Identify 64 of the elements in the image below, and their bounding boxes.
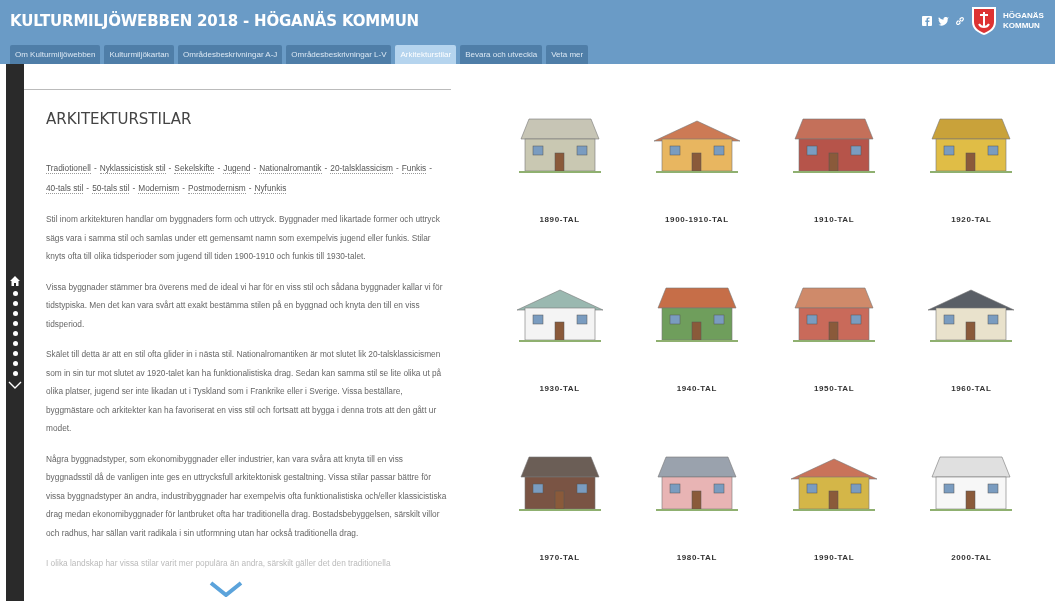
logo-text: HÖGANÄS KOMMUN (1003, 11, 1045, 31)
nav-tab[interactable]: Områdesbeskrivningar A-J (178, 45, 283, 64)
style-link[interactable]: Modernism (138, 183, 180, 194)
style-link[interactable]: 50-tals stil (92, 183, 130, 194)
coat-of-arms-icon[interactable] (971, 6, 997, 36)
chevron-down-icon[interactable] (8, 380, 22, 390)
body-paragraph: Skälet till detta är att en stil ofta glider in i nästa stil. Nationalromantiken är mot slutet lik 20-talsklassicismen som in sin tur mot slutet av 1920-talet kan ha funktionalistiska drag. Sedan kan samma stil se lite olika ut på olika platser, jugend ser inte likadan ut i Tyskland som i Frankrike eller i Sverige. Vissa beställare, byggmästare och arkitekter kan ha favoriserat en viss stil och fortsatt att bygga i denna trots att den gått ur modet. (46, 348, 443, 435)
home-icon[interactable] (10, 275, 20, 286)
period-label[interactable]: 1960-TAL (951, 384, 992, 393)
link-separator: - (217, 163, 221, 173)
style-link[interactable]: 40-tals stil (46, 183, 84, 194)
link-separator: - (248, 183, 252, 193)
section-dot[interactable] (12, 330, 18, 336)
link-separator: - (182, 183, 186, 193)
link-separator: - (324, 163, 328, 173)
style-link[interactable]: Nyklassicistisk stil (99, 163, 166, 174)
nav-tab[interactable]: Kulturmiljökartan (104, 45, 175, 64)
twitter-icon[interactable] (938, 16, 949, 26)
link-separator: - (395, 163, 399, 173)
style-link[interactable]: Nyfunkis (254, 183, 287, 194)
period-label[interactable]: 1930-TAL (539, 384, 580, 393)
body-paragraph: Några byggnadstyper, som ekonomibyggnader eller industrier, kan vara svåra att knyta till en viss byggnadsstil då de vanligen inte ges en uttrycksfull arkitektonisk gestaltning. Vissa stilar passar bättre för vissa byggnadstyper än andra, industribyggnader har exempelvis ofta funktionalistiska och/eller klassicistiska drag medan ekonomibyggnader för lantbruket ofta har traditionella drag. Bostadsbebyggelsen, särskilt villor och radhus, har sällan varit radikala i sin utformning utan har också traditionella drag. (46, 452, 448, 540)
facebook-icon[interactable] (922, 16, 932, 26)
period-label[interactable]: 1970-TAL (539, 553, 580, 562)
body-paragraph: Vissa byggnader stämmer bra överens med de ideal vi har för en viss stil och sådana byggnader kallar vi för tidstypiska. Men det kan vara svårt att exakt bestämma stilen på en byggnad och knyta den till en viss tidsperiod. (46, 280, 444, 331)
site-title: KULTURMILJÖWEBBEN 2018 - HÖGANÄS KOMMUN (10, 12, 419, 30)
period-label[interactable]: 1940-TAL (676, 384, 717, 393)
link-separator: - (429, 163, 432, 173)
nav-tab[interactable]: Veta mer (546, 45, 589, 64)
section-dot[interactable] (12, 300, 18, 306)
period-label[interactable]: 1920-TAL (951, 215, 992, 224)
style-link[interactable]: Tradiotionell (46, 163, 91, 174)
period-label[interactable]: 1910-TAL (814, 215, 855, 224)
style-link[interactable]: Nationalromantik (259, 163, 322, 174)
section-dot[interactable] (12, 310, 18, 316)
link-separator: - (132, 183, 136, 193)
period-label[interactable]: 1890-TAL (539, 215, 580, 224)
section-dot[interactable] (12, 340, 18, 346)
link-separator: - (86, 183, 90, 193)
period-label[interactable]: 1950-TAL (814, 384, 855, 393)
style-link[interactable]: Postmodernism (188, 183, 246, 194)
style-link[interactable]: Sekelskifte (174, 163, 215, 174)
period-label[interactable]: 1980-TAL (676, 553, 717, 562)
section-dot[interactable] (12, 370, 18, 376)
style-link[interactable]: Funkis (401, 163, 427, 174)
period-label[interactable]: 1900-1910-TAL (665, 215, 729, 224)
nav-tab[interactable]: Bevara och utveckla (460, 45, 543, 64)
section-dot[interactable] (12, 320, 18, 326)
nav-tab[interactable]: Om Kulturmiljöwebben (10, 45, 101, 64)
link-separator: - (168, 163, 172, 173)
period-label[interactable]: 2000-TAL (951, 553, 992, 562)
period-label[interactable]: 1990-TAL (814, 553, 855, 562)
body-paragraph: Stil inom arkitekturen handlar om byggnaders form och uttryck. Byggnader med likartade former och uttryck sägs vara i samma stil och samlas under ett gemensamt namn som exempelvis jugend eller funkis. Stilar knyts ofta till olika tidsperioder som jugend till tiden 1900-1910 och funkis till 1930-talet. (46, 213, 441, 263)
page-heading: ARKITEKTURSTILAR (46, 110, 193, 128)
nav-tab[interactable]: Områdesbeskrivningar L-V (286, 45, 392, 64)
style-link[interactable]: 20-talsklassicism (330, 163, 393, 174)
section-dot[interactable] (12, 360, 18, 366)
link-separator: - (93, 163, 97, 173)
scroll-down-chevron-icon[interactable] (209, 581, 243, 597)
style-link[interactable]: Jugend (223, 163, 251, 174)
link-separator: - (253, 163, 257, 173)
section-dot[interactable] (12, 350, 18, 356)
link-icon[interactable] (955, 16, 965, 26)
section-dot[interactable] (12, 290, 18, 296)
